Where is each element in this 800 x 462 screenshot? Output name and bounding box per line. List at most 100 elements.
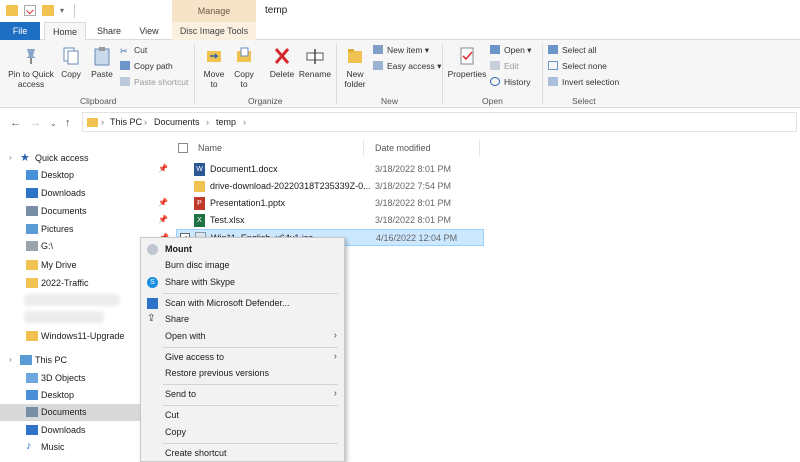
menu-item-mount[interactable]: Mount xyxy=(141,241,344,258)
invert-selection-button[interactable]: Invert selection xyxy=(548,77,619,88)
properties-button[interactable]: Properties xyxy=(446,46,488,79)
breadcrumb-temp[interactable]: temp xyxy=(216,117,236,127)
menu-item-burn-disc-image[interactable]: Burn disc image xyxy=(141,257,344,274)
group-select-label: Select xyxy=(572,96,596,106)
tab-file[interactable]: File xyxy=(0,22,40,40)
easy-access-button[interactable]: Easy access ▾ xyxy=(373,61,441,72)
menu-item-label: Open with xyxy=(165,331,206,341)
tab-share[interactable]: Share xyxy=(92,22,126,40)
rename-button[interactable]: Rename xyxy=(298,46,332,79)
nav-item-g-drive[interactable]: G:\ xyxy=(0,238,140,255)
history-button[interactable]: History xyxy=(490,77,530,88)
nav-item-desktop[interactable]: Desktop xyxy=(0,167,140,184)
breadcrumb-this-pc[interactable]: This PC xyxy=(110,117,142,127)
forward-arrow-icon[interactable]: → xyxy=(30,117,41,129)
delete-button[interactable]: Delete xyxy=(266,46,298,79)
breadcrumb-separator: › xyxy=(144,117,147,127)
copy-button[interactable]: Copy xyxy=(58,46,84,79)
menu-item-scan-defender[interactable]: Scan with Microsoft Defender... xyxy=(141,295,344,312)
select-none-button[interactable]: Select none xyxy=(548,61,607,72)
cut-button[interactable]: ✂ Cut xyxy=(120,45,147,56)
chevron-down-icon[interactable]: › xyxy=(9,355,12,364)
nav-item-pc-music[interactable]: ♪ Music xyxy=(0,439,140,456)
menu-item-create-shortcut[interactable]: Create shortcut xyxy=(141,445,344,462)
folder-icon xyxy=(26,278,38,288)
pin-to-quick-access-button[interactable]: Pin to Quick access xyxy=(4,46,58,89)
file-row[interactable]: 📌 X Test.xlsx 3/18/2022 8:01 PM xyxy=(158,212,484,229)
menu-item-share[interactable]: ⇪ Share xyxy=(141,311,344,328)
select-all-button[interactable]: Select all xyxy=(548,45,597,56)
tab-view[interactable]: View xyxy=(132,22,166,40)
select-all-checkbox[interactable] xyxy=(178,143,188,153)
history-icon xyxy=(490,77,500,86)
tab-home[interactable]: Home xyxy=(44,22,86,41)
file-name: Presentation1.pptx xyxy=(210,198,286,208)
tab-disc-image-tools[interactable]: Disc Image Tools xyxy=(172,22,256,40)
ribbon-tabs: File Home Share View Disc Image Tools xyxy=(0,22,800,41)
cut-label: Cut xyxy=(134,45,148,55)
folder-icon xyxy=(26,260,38,270)
nav-item-pc-documents[interactable]: Documents xyxy=(0,404,140,421)
edit-button[interactable]: Edit xyxy=(490,61,519,72)
nav-item-2022-traffic[interactable]: 2022-Traffic xyxy=(0,275,140,292)
back-arrow-icon[interactable]: ← xyxy=(10,117,21,129)
nav-item-pc-desktop[interactable]: Desktop xyxy=(0,387,140,404)
menu-item-restore-previous-versions[interactable]: Restore previous versions xyxy=(141,365,344,382)
menu-item-copy[interactable]: Copy xyxy=(141,424,344,441)
file-name: Document1.docx xyxy=(210,164,278,174)
column-header-date[interactable]: Date modified xyxy=(375,143,431,153)
group-new-label: New xyxy=(381,96,399,106)
menu-item-label: Cut xyxy=(165,410,180,420)
menu-item-open-with[interactable]: Open with › xyxy=(141,328,344,345)
menu-separator xyxy=(163,384,338,385)
address-bar[interactable]: › This PC › Documents › temp › xyxy=(82,112,797,132)
nav-item-downloads[interactable]: Downloads xyxy=(0,185,140,202)
file-row[interactable]: 📌 W Document1.docx 3/18/2022 8:01 PM xyxy=(158,161,484,178)
paste-button[interactable]: Paste xyxy=(88,46,116,79)
new-folder-button[interactable]: New folder xyxy=(340,46,370,89)
tab-manage[interactable]: Manage xyxy=(172,0,256,22)
new-item-button[interactable]: New item ▾ xyxy=(373,45,429,56)
folder-icon xyxy=(26,331,38,341)
menu-item-share-with-skype[interactable]: S Share with Skype xyxy=(141,274,344,291)
paste-shortcut-button[interactable]: Paste shortcut xyxy=(120,77,188,88)
nav-item-pictures[interactable]: Pictures xyxy=(0,221,140,238)
paste-label: Paste xyxy=(91,69,113,79)
copy-path-button[interactable]: Copy path xyxy=(120,61,173,72)
file-row[interactable]: drive-download-20220318T235339Z-0... 3/1… xyxy=(176,178,484,195)
new-folder-icon[interactable] xyxy=(42,5,54,16)
menu-item-label: Share with Skype xyxy=(165,277,236,287)
excel-icon: X xyxy=(194,214,205,227)
menu-item-send-to[interactable]: Send to › xyxy=(141,386,344,403)
group-clipboard-label: Clipboard xyxy=(80,96,117,106)
nav-quick-access[interactable]: › ★ Quick access xyxy=(0,150,140,167)
up-arrow-icon[interactable]: ↑ xyxy=(65,117,71,129)
chevron-right-icon: › xyxy=(333,351,337,362)
file-row[interactable]: 📌 P Presentation1.pptx 3/18/2022 8:01 PM xyxy=(158,195,484,212)
menu-item-cut[interactable]: Cut xyxy=(141,407,344,424)
breadcrumb-documents[interactable]: Documents xyxy=(154,117,200,127)
move-to-button[interactable]: Move to xyxy=(200,46,228,89)
nav-item-3d-objects[interactable]: 3D Objects xyxy=(0,370,140,387)
recent-locations-icon[interactable]: ⌄ xyxy=(50,119,57,128)
column-header-name[interactable]: Name xyxy=(198,143,222,153)
copy-to-button[interactable]: Copy to xyxy=(230,46,258,89)
nav-item-documents[interactable]: Documents xyxy=(0,203,140,220)
disc-icon xyxy=(147,244,158,255)
invert-selection-label: Invert selection xyxy=(562,77,620,87)
open-button[interactable]: Open ▾ xyxy=(490,45,531,56)
nav-item-windows11-upgrade[interactable]: Windows11-Upgrade xyxy=(0,328,140,345)
divider xyxy=(479,140,480,156)
chevron-down-icon[interactable]: › xyxy=(9,153,12,162)
properties-icon[interactable] xyxy=(24,5,36,16)
pin-label: Pin to Quick access xyxy=(8,69,54,89)
nav-item-pc-downloads[interactable]: Downloads xyxy=(0,422,140,439)
nav-item-my-drive[interactable]: My Drive xyxy=(0,257,140,274)
nav-this-pc[interactable]: › This PC xyxy=(0,352,140,369)
group-open-label: Open xyxy=(482,96,503,106)
divider xyxy=(336,44,337,104)
customize-toolbar-icon[interactable]: ▾ xyxy=(60,5,70,16)
new-folder-label: New folder xyxy=(344,69,366,89)
menu-item-give-access-to[interactable]: Give access to › xyxy=(141,349,344,366)
chevron-right-icon: › xyxy=(333,330,337,341)
